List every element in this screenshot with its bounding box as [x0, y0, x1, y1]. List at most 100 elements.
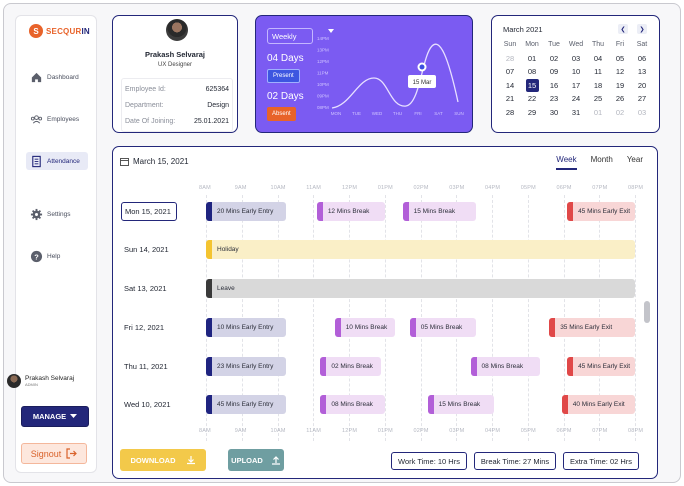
timeline-event[interactable]: 08 Mins Break — [320, 395, 385, 414]
calendar-day[interactable]: 28 — [499, 52, 521, 66]
calendar-day[interactable]: 28 — [499, 106, 521, 120]
row-date[interactable]: Wed 10, 2021 — [121, 395, 177, 414]
hour-label-top: 01PM — [377, 185, 393, 191]
sidebar-user-role: ADMIN — [25, 382, 38, 387]
calendar-day[interactable]: 17 — [565, 79, 587, 93]
calendar-day[interactable]: 15 — [521, 78, 543, 93]
brand-logo[interactable]: S SECQURIN — [29, 24, 90, 38]
sidebar-item-label: Employees — [47, 115, 80, 123]
calendar-day[interactable]: 05 — [609, 52, 631, 66]
calendar-day[interactable]: 02 — [543, 52, 565, 66]
calendar-day[interactable]: 26 — [609, 92, 631, 106]
timeline-event[interactable]: 35 Mins Early Exit — [549, 318, 635, 337]
calendar-day[interactable]: 10 — [565, 65, 587, 79]
sidebar-item-dashboard[interactable]: Dashboard — [26, 68, 88, 86]
timeline-event[interactable]: 45 Mins Early Entry — [206, 395, 287, 414]
logo-icon: S — [29, 24, 43, 38]
sidebar-item-help[interactable]: ? Help — [26, 247, 88, 265]
calendar-day-number: 23 — [549, 94, 559, 104]
calendar-day-number: 14 — [505, 80, 515, 90]
calendar-day[interactable]: 19 — [609, 79, 631, 93]
tab-week[interactable]: Week — [556, 155, 577, 170]
timeline-event[interactable]: 12 Mins Break — [316, 202, 385, 221]
sidebar-item-attendance[interactable]: Attendance — [26, 152, 88, 170]
timeline-event[interactable]: 23 Mins Early Entry — [206, 357, 287, 376]
timeline-event[interactable]: 05 Mins Break — [409, 318, 476, 337]
download-button[interactable]: DOWNLOAD — [120, 449, 206, 471]
row-date[interactable]: Mon 15, 2021 — [121, 202, 177, 221]
timeline-event[interactable]: Holiday — [206, 240, 635, 259]
next-month-button[interactable]: ❯ — [637, 24, 647, 34]
calendar-title: March 2021 — [503, 25, 543, 34]
tab-month[interactable]: Month — [591, 155, 613, 170]
calendar-day[interactable]: 23 — [543, 92, 565, 106]
calendar-day[interactable]: 16 — [543, 79, 565, 93]
timeline-event[interactable]: 45 Mins Early Exit — [567, 202, 635, 221]
calendar-day[interactable]: 25 — [587, 92, 609, 106]
sidebar-item-employees[interactable]: Employees — [26, 110, 88, 128]
calendar-day[interactable]: 01 — [521, 52, 543, 66]
timeline-event[interactable]: 08 Mins Break — [470, 357, 541, 376]
timeline-event[interactable]: 10 Mins Early Entry — [206, 318, 287, 337]
calendar-day[interactable]: 13 — [631, 65, 653, 79]
calendar-day[interactable]: 12 — [609, 65, 631, 79]
calendar-day[interactable]: 21 — [499, 92, 521, 106]
calendar-day-number: 19 — [615, 80, 625, 90]
manage-button[interactable]: MANAGE — [21, 406, 89, 427]
calendar-day[interactable]: 01 — [587, 106, 609, 120]
present-button[interactable]: Present — [267, 69, 300, 83]
calendar-day[interactable]: 18 — [587, 79, 609, 93]
calendar-day-number: 18 — [593, 80, 603, 90]
tab-year[interactable]: Year — [627, 155, 643, 170]
absent-button[interactable]: Absent — [267, 107, 296, 121]
calendar-day[interactable]: 11 — [587, 65, 609, 79]
hour-label-bottom: 01PM — [377, 428, 393, 434]
calendar-day[interactable]: 20 — [631, 79, 653, 93]
prev-month-button[interactable]: ❮ — [618, 24, 628, 34]
calendar-day[interactable]: 03 — [565, 52, 587, 66]
sidebar-item-label: Settings — [47, 210, 71, 218]
timeline-event[interactable]: Leave — [206, 279, 635, 298]
sidebar-item-settings[interactable]: Settings — [26, 205, 88, 223]
calendar-day[interactable]: 08 — [521, 65, 543, 79]
x-tick-label: MON — [331, 111, 342, 116]
row-date[interactable]: Sat 13, 2021 — [121, 279, 177, 298]
timeline-event[interactable]: 10 Mins Break — [334, 318, 396, 337]
attendance-trend-chart: 14PM 13PM 12PM 11PM 10PM 09PM 08PM MON TUE WED TH… — [317, 36, 464, 116]
sidebar-user-name: Prakash Selvaraj — [25, 375, 75, 382]
calendar-day[interactable]: 03 — [631, 106, 653, 120]
timeline-event[interactable]: 45 Mins Early Exit — [567, 357, 635, 376]
row-date[interactable]: Sun 14, 2021 — [121, 240, 177, 259]
scrollbar-thumb[interactable] — [644, 301, 650, 323]
calendar-day[interactable]: 24 — [565, 92, 587, 106]
profile-card: Prakash Selvaraj UX Designer Employee Id… — [112, 15, 238, 133]
y-tick-label: 08PM — [317, 105, 329, 110]
calendar-day[interactable]: 30 — [543, 106, 565, 120]
calendar-day[interactable]: 09 — [543, 65, 565, 79]
calendar-day[interactable]: 27 — [631, 92, 653, 106]
signout-button[interactable]: Signout — [21, 443, 87, 464]
calendar-day[interactable]: 02 — [609, 106, 631, 120]
timeline-event[interactable]: 15 Mins Break — [427, 395, 494, 414]
calendar-day[interactable]: 07 — [499, 65, 521, 79]
calendar-day[interactable]: 14 — [499, 79, 521, 93]
calendar-day[interactable]: 31 — [565, 106, 587, 120]
upload-button[interactable]: UPLOAD — [228, 449, 284, 471]
row-date[interactable]: Thu 11, 2021 — [121, 357, 177, 376]
timeline-event[interactable]: 15 Mins Break — [402, 202, 476, 221]
calendar-day[interactable]: 06 — [631, 52, 653, 66]
calendar-day[interactable]: 29 — [521, 106, 543, 120]
profile-field: Department: Design — [125, 97, 229, 113]
period-select[interactable]: Weekly — [267, 28, 334, 44]
timeline-event[interactable]: 02 Mins Break — [320, 357, 382, 376]
hour-label-top: 9AM — [234, 185, 247, 191]
timeline-event[interactable]: 20 Mins Early Entry — [206, 202, 287, 221]
row-date[interactable]: Fri 12, 2021 — [121, 318, 177, 337]
sidebar-user[interactable]: Prakash Selvaraj ADMIN — [7, 374, 74, 388]
calendar-day[interactable]: 04 — [587, 52, 609, 66]
profile-name: Prakash Selvaraj — [144, 50, 206, 59]
calendar-day-number: 16 — [549, 80, 559, 90]
timeline-event[interactable]: 40 Mins Early Exit — [561, 395, 635, 414]
calendar-day[interactable]: 22 — [521, 92, 543, 106]
hour-label-bottom: 05PM — [520, 428, 536, 434]
